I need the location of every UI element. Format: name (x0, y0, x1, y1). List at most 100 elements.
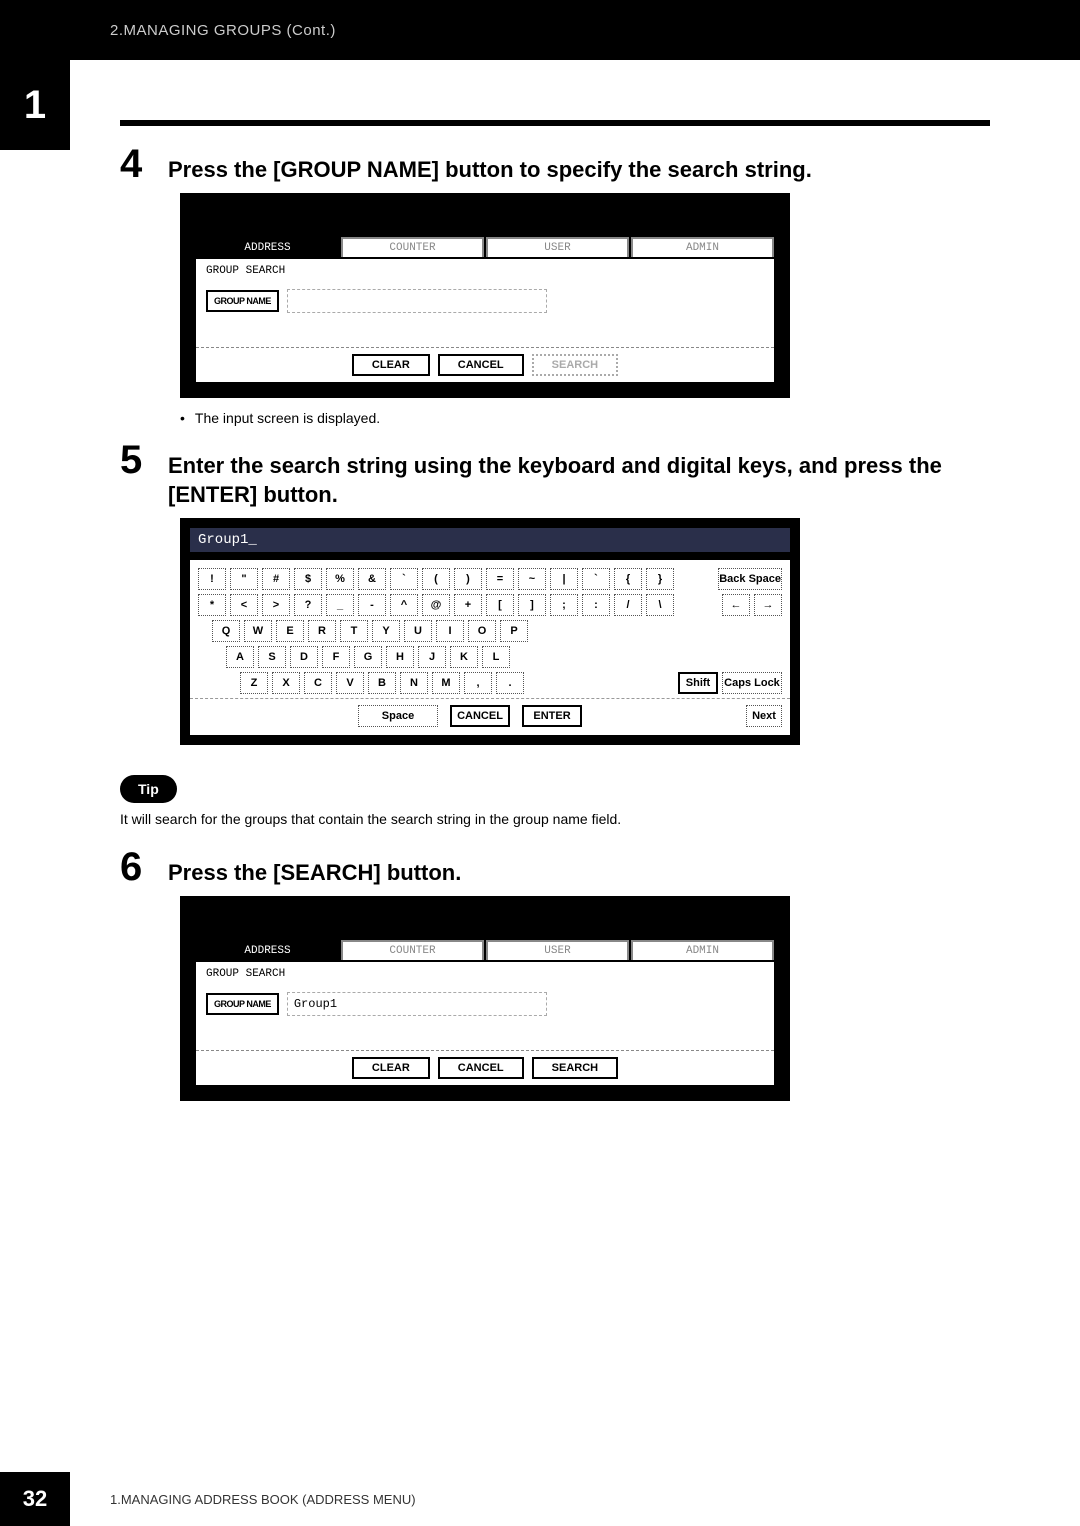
step-number: 6 (120, 847, 150, 887)
key[interactable]: P (500, 620, 528, 642)
key[interactable]: X (272, 672, 300, 694)
space-key[interactable]: Space (358, 705, 438, 727)
divider (120, 120, 990, 126)
key[interactable]: } (646, 568, 674, 590)
tab-user[interactable]: USER (486, 237, 629, 257)
key[interactable]: $ (294, 568, 322, 590)
key[interactable]: | (550, 568, 578, 590)
key[interactable]: , (464, 672, 492, 694)
key[interactable]: B (368, 672, 396, 694)
shift-key[interactable]: Shift (678, 672, 718, 694)
figure-step4: ADDRESS COUNTER USER ADMIN GROUP SEARCH … (180, 193, 990, 398)
key[interactable]: F (322, 646, 350, 668)
key[interactable]: G (354, 646, 382, 668)
key[interactable]: [ (486, 594, 514, 616)
step-number: 4 (120, 144, 150, 184)
key[interactable]: + (454, 594, 482, 616)
group-name-field[interactable] (287, 289, 547, 313)
arrow-right-key[interactable]: → (754, 594, 782, 616)
key[interactable]: # (262, 568, 290, 590)
clear-button[interactable]: CLEAR (352, 354, 430, 376)
tab-counter[interactable]: COUNTER (341, 237, 484, 257)
key[interactable]: & (358, 568, 386, 590)
key[interactable]: : (582, 594, 610, 616)
key[interactable]: Z (240, 672, 268, 694)
key[interactable]: > (262, 594, 290, 616)
key[interactable]: ^ (390, 594, 418, 616)
enter-key[interactable]: ENTER (522, 705, 582, 727)
key[interactable]: \ (646, 594, 674, 616)
step-number: 5 (120, 440, 150, 480)
key[interactable]: O (468, 620, 496, 642)
device-panel: ADDRESS COUNTER USER ADMIN GROUP SEARCH … (180, 193, 790, 398)
key[interactable]: ( (422, 568, 450, 590)
page-header: 2.MANAGING GROUPS (Cont.) (0, 0, 1080, 60)
key[interactable]: ` (390, 568, 418, 590)
device-panel: ADDRESS COUNTER USER ADMIN GROUP SEARCH … (180, 896, 790, 1101)
tab-admin[interactable]: ADMIN (631, 237, 774, 257)
key[interactable]: V (336, 672, 364, 694)
key[interactable]: _ (326, 594, 354, 616)
next-key[interactable]: Next (746, 705, 782, 727)
cancel-button[interactable]: CANCEL (438, 1057, 524, 1079)
key[interactable]: " (230, 568, 258, 590)
key[interactable]: U (404, 620, 432, 642)
key[interactable]: . (496, 672, 524, 694)
key[interactable]: K (450, 646, 478, 668)
search-button[interactable]: SEARCH (532, 1057, 618, 1079)
step-text: Press the [GROUP NAME] button to specify… (168, 155, 990, 185)
key[interactable]: E (276, 620, 304, 642)
key[interactable]: ? (294, 594, 322, 616)
key[interactable]: ! (198, 568, 226, 590)
tab-address[interactable]: ADDRESS (196, 940, 339, 960)
key[interactable]: T (340, 620, 368, 642)
key[interactable]: ` (582, 568, 610, 590)
key[interactable]: L (482, 646, 510, 668)
clear-button[interactable]: CLEAR (352, 1057, 430, 1079)
key[interactable]: A (226, 646, 254, 668)
key[interactable]: J (418, 646, 446, 668)
cancel-button[interactable]: CANCEL (438, 354, 524, 376)
key[interactable]: Q (212, 620, 240, 642)
tab-user[interactable]: USER (486, 940, 629, 960)
key[interactable]: R (308, 620, 336, 642)
key[interactable]: / (614, 594, 642, 616)
tab-address[interactable]: ADDRESS (196, 237, 339, 257)
key[interactable]: ~ (518, 568, 546, 590)
key[interactable]: < (230, 594, 258, 616)
key[interactable]: ; (550, 594, 578, 616)
bullet-text: • The input screen is displayed. (180, 410, 990, 426)
key[interactable]: ] (518, 594, 546, 616)
panel-tabs: ADDRESS COUNTER USER ADMIN (196, 237, 774, 257)
key[interactable]: S (258, 646, 286, 668)
key[interactable]: Y (372, 620, 400, 642)
arrow-left-key[interactable]: ← (722, 594, 750, 616)
key[interactable]: ) (454, 568, 482, 590)
key[interactable]: = (486, 568, 514, 590)
capslock-key[interactable]: Caps Lock (722, 672, 782, 694)
key[interactable]: * (198, 594, 226, 616)
key[interactable]: N (400, 672, 428, 694)
key[interactable]: W (244, 620, 272, 642)
section-title: 2.MANAGING GROUPS (Cont.) (110, 22, 336, 39)
key[interactable]: H (386, 646, 414, 668)
step-4: 4 Press the [GROUP NAME] button to speci… (120, 144, 990, 185)
key[interactable]: M (432, 672, 460, 694)
key[interactable]: % (326, 568, 354, 590)
keyboard-input[interactable]: Group1_ (190, 528, 790, 552)
cancel-key[interactable]: CANCEL (450, 705, 510, 727)
group-name-button[interactable]: GROUP NAME (206, 290, 279, 312)
tab-admin[interactable]: ADMIN (631, 940, 774, 960)
group-name-button[interactable]: GROUP NAME (206, 993, 279, 1015)
group-name-field[interactable]: Group1 (287, 992, 547, 1016)
key[interactable]: I (436, 620, 464, 642)
tab-counter[interactable]: COUNTER (341, 940, 484, 960)
key[interactable]: { (614, 568, 642, 590)
key[interactable]: D (290, 646, 318, 668)
backspace-key[interactable]: Back Space (718, 568, 782, 590)
key[interactable]: @ (422, 594, 450, 616)
figure-step5: Group1_ ! " # $ % & ` ( ) = ~ (180, 518, 990, 745)
step-6: 6 Press the [SEARCH] button. (120, 847, 990, 888)
key[interactable]: - (358, 594, 386, 616)
key[interactable]: C (304, 672, 332, 694)
